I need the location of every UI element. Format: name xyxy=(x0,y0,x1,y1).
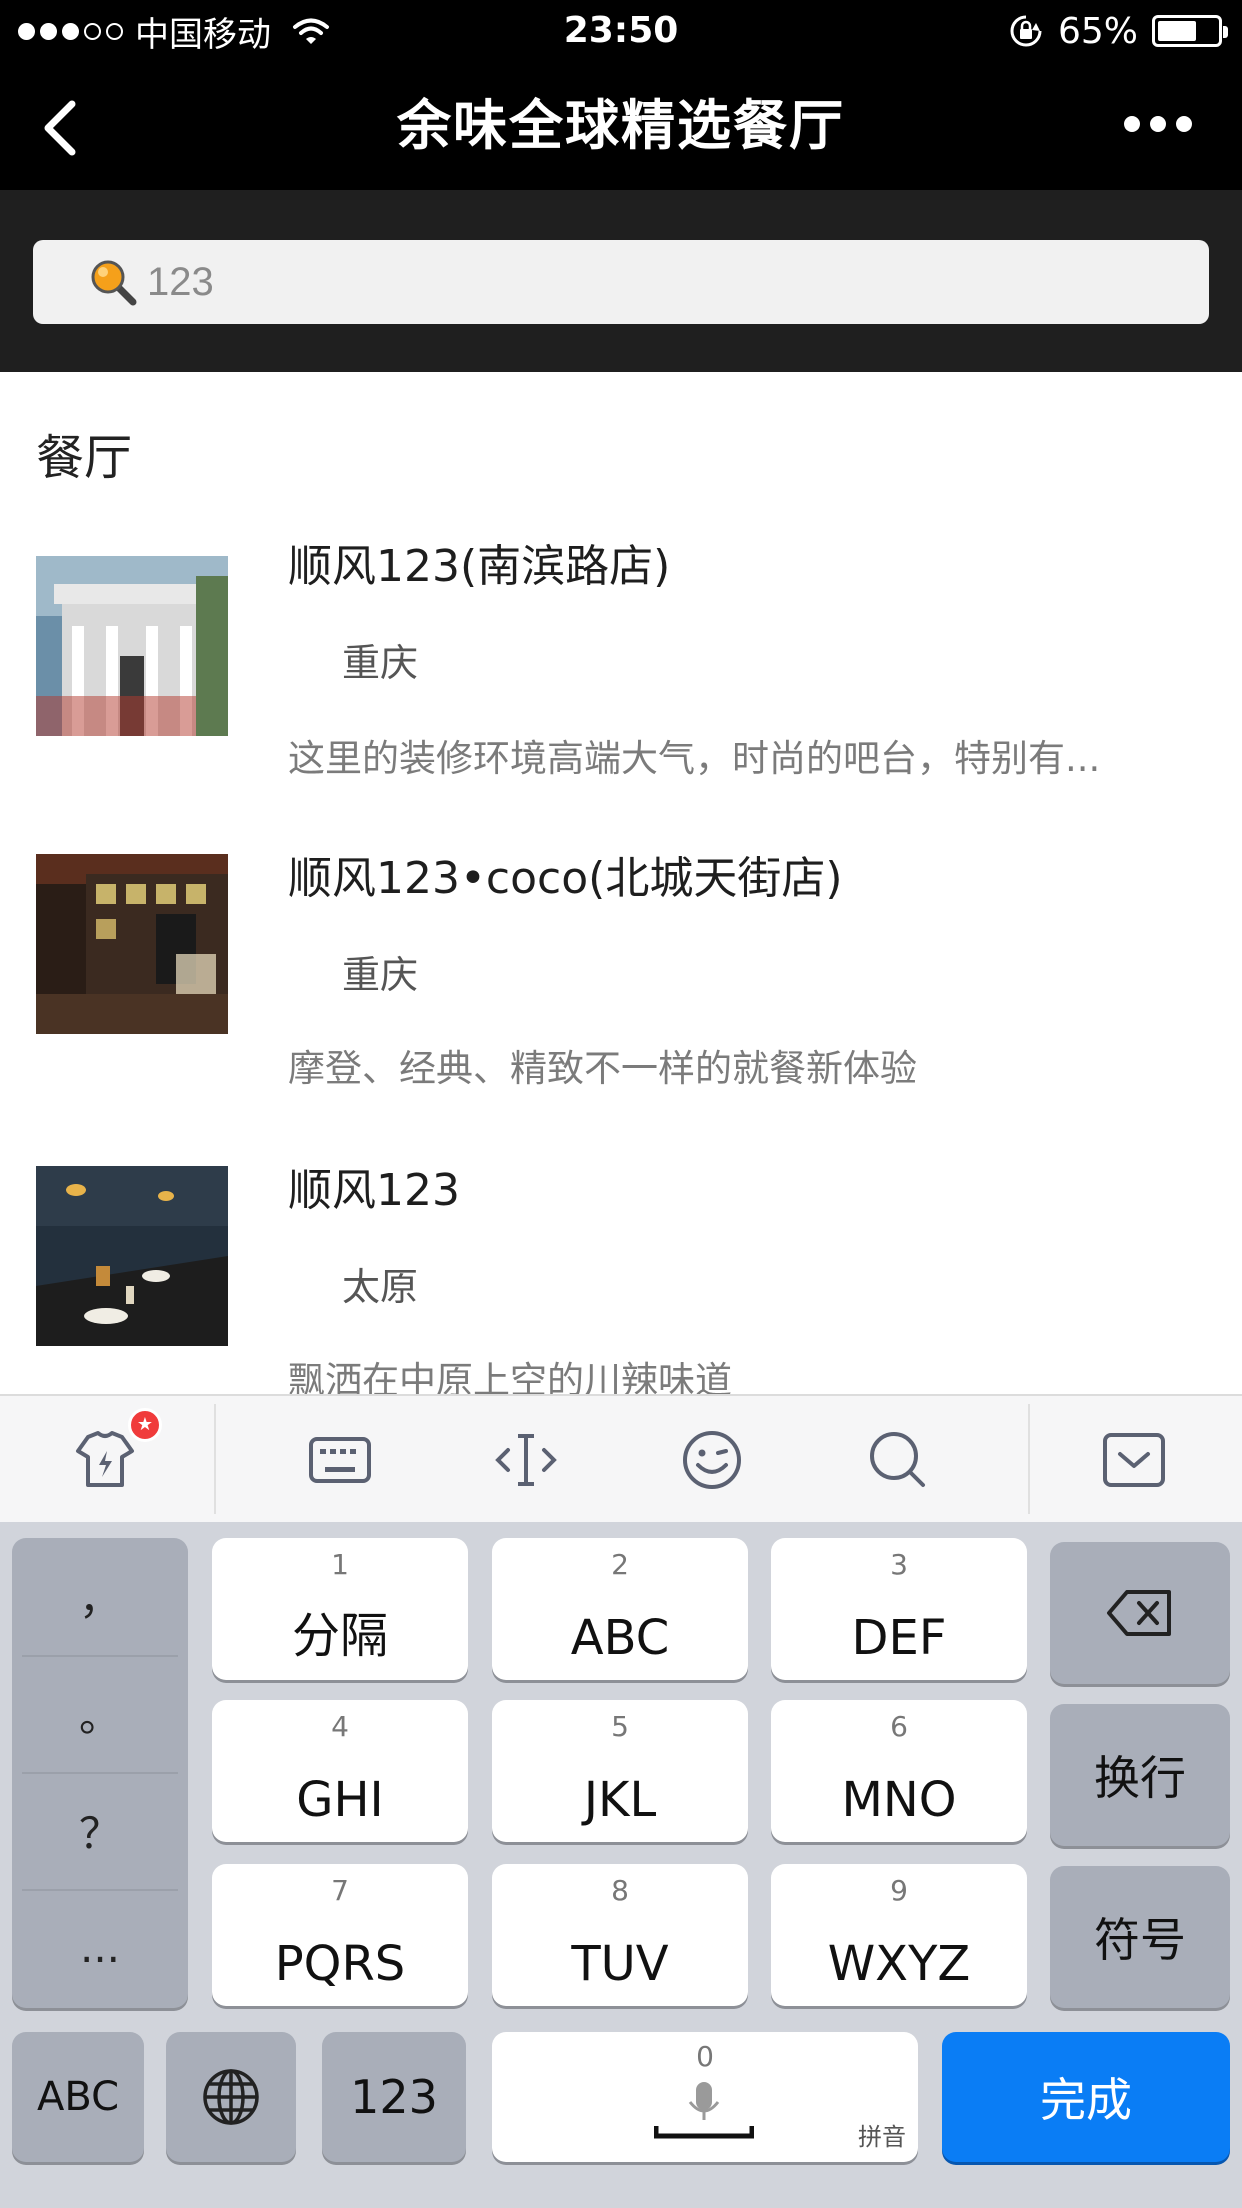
keyboard: ， 。 ？ ... 1 分隔 2 ABC 3 DEF 4 GHI 5 JKL 6… xyxy=(0,1522,1242,2208)
restaurant-description: 这里的装修环境高端大气，时尚的吧台，特别有... xyxy=(288,737,1101,780)
result-item[interactable]: 顺风123(南滨路店) 重庆 这里的装修环境高端大气，时尚的吧台，特别有... xyxy=(0,530,1242,830)
abc-key[interactable]: ABC xyxy=(12,2032,144,2162)
globe-icon xyxy=(203,2069,259,2125)
punctuation-key[interactable]: ， xyxy=(12,1538,188,1655)
backspace-icon xyxy=(1107,1590,1171,1636)
restaurant-name: 顺风123(南滨路店) xyxy=(288,541,671,592)
key-number: 5 xyxy=(611,1710,629,1743)
restaurant-name: 顺风123•coco(北城天街店) xyxy=(288,853,843,904)
search-band xyxy=(0,190,1242,372)
key-2[interactable]: 2 ABC xyxy=(492,1538,748,1680)
restaurant-city: 太原 xyxy=(342,1265,419,1309)
key-label: PQRS xyxy=(274,1936,406,1992)
key-label: GHI xyxy=(296,1772,384,1828)
restaurant-description: 摩登、经典、精致不一样的就餐新体验 xyxy=(288,1047,917,1090)
number-label: 123 xyxy=(350,2070,438,2124)
search-tool-icon xyxy=(870,1432,925,1487)
cursor-button[interactable] xyxy=(486,1396,566,1524)
abc-label: ABC xyxy=(36,2074,120,2120)
search-box[interactable] xyxy=(33,240,1209,324)
key-label: 分隔 xyxy=(291,1608,388,1664)
restaurant-thumbnail xyxy=(36,854,228,1034)
key-number: 7 xyxy=(331,1874,349,1907)
key-8[interactable]: 8 TUV xyxy=(492,1864,748,2006)
restaurant-thumbnail xyxy=(36,1166,228,1346)
key-number: 4 xyxy=(331,1710,349,1743)
key-number: 9 xyxy=(890,1874,908,1907)
globe-key[interactable] xyxy=(166,2032,296,2162)
key-label: DEF xyxy=(851,1610,947,1666)
page-title: 余味全球精选餐厅 xyxy=(397,94,845,157)
microphone-icon xyxy=(654,2082,754,2139)
more-icon[interactable] xyxy=(1124,116,1192,132)
key-label: ABC xyxy=(570,1610,670,1666)
search-input[interactable] xyxy=(147,240,1187,324)
done-button[interactable]: 完成 xyxy=(942,2032,1230,2162)
symbol-label: 符号 xyxy=(1094,1913,1186,1967)
key-number: 8 xyxy=(611,1874,629,1907)
toolbar-divider xyxy=(214,1404,216,1514)
key-label: MNO xyxy=(841,1772,957,1828)
key-4[interactable]: 4 GHI xyxy=(212,1700,468,1842)
keyboard-layout-button[interactable] xyxy=(300,1396,380,1524)
battery-level xyxy=(1158,21,1196,41)
newline-label: 换行 xyxy=(1094,1751,1186,1805)
result-item[interactable]: 顺风123•coco(北城天街店) 重庆 摩登、经典、精致不一样的就餐新体验 xyxy=(0,842,1242,1142)
search-icon xyxy=(91,260,137,306)
done-label: 完成 xyxy=(1040,2073,1132,2127)
number-key[interactable]: 123 xyxy=(322,2032,466,2162)
keyboard-icon xyxy=(309,1437,371,1483)
key-7[interactable]: 7 PQRS xyxy=(212,1864,468,2006)
symbol-key[interactable]: 符号 xyxy=(1050,1866,1230,2008)
newline-key[interactable]: 换行 xyxy=(1050,1704,1230,1846)
restaurant-thumbnail xyxy=(36,556,228,736)
status-right: 65% xyxy=(1008,8,1228,54)
key-label: WXYZ xyxy=(827,1936,971,1992)
cursor-icon xyxy=(495,1434,557,1486)
rotation-lock-icon xyxy=(1010,15,1042,47)
search-tool-button[interactable] xyxy=(858,1396,938,1524)
skin-icon xyxy=(76,1431,134,1487)
notification-badge: ★ xyxy=(128,1408,162,1442)
backspace-key[interactable] xyxy=(1050,1542,1230,1684)
restaurant-name: 顺风123 xyxy=(288,1165,460,1216)
key-9[interactable]: 9 WXYZ xyxy=(771,1864,1027,2006)
space-hint: 拼音 xyxy=(858,2123,906,2151)
section-title: 餐厅 xyxy=(36,430,133,486)
key-1[interactable]: 1 分隔 xyxy=(212,1538,468,1680)
punctuation-column: ， 。 ？ ... xyxy=(12,1538,188,2008)
key-number: 2 xyxy=(611,1548,629,1581)
emoji-button[interactable] xyxy=(672,1396,752,1524)
punctuation-key[interactable]: 。 xyxy=(12,1655,188,1772)
restaurant-city: 重庆 xyxy=(342,953,419,997)
key-number: 3 xyxy=(890,1548,908,1581)
battery-icon xyxy=(1152,15,1228,47)
key-5[interactable]: 5 JKL xyxy=(492,1700,748,1842)
keyboard-toolbar: ★ xyxy=(0,1394,1242,1522)
collapse-keyboard-button[interactable] xyxy=(1094,1396,1174,1524)
key-6[interactable]: 6 MNO xyxy=(771,1700,1027,1842)
collapse-keyboard-icon xyxy=(1103,1433,1165,1487)
status-bar: 中国移动 23:50 65% xyxy=(0,0,1242,62)
restaurant-city: 重庆 xyxy=(342,641,419,685)
toolbar-divider xyxy=(1028,1404,1030,1514)
key-label: JKL xyxy=(583,1772,657,1828)
punctuation-key[interactable]: ... xyxy=(12,1889,188,2006)
punctuation-key[interactable]: ？ xyxy=(12,1772,188,1889)
emoji-icon xyxy=(683,1431,741,1489)
key-3[interactable]: 3 DEF xyxy=(771,1538,1027,1680)
skin-button[interactable]: ★ xyxy=(60,1396,162,1524)
nav-bar: 余味全球精选餐厅 xyxy=(0,62,1242,190)
space-key[interactable]: 0 拼音 xyxy=(492,2032,918,2162)
key-number: 1 xyxy=(331,1548,349,1581)
key-number: 6 xyxy=(890,1710,908,1743)
key-number: 0 xyxy=(696,2040,714,2073)
key-label: TUV xyxy=(571,1936,669,1992)
battery-percent: 65% xyxy=(1057,10,1138,52)
